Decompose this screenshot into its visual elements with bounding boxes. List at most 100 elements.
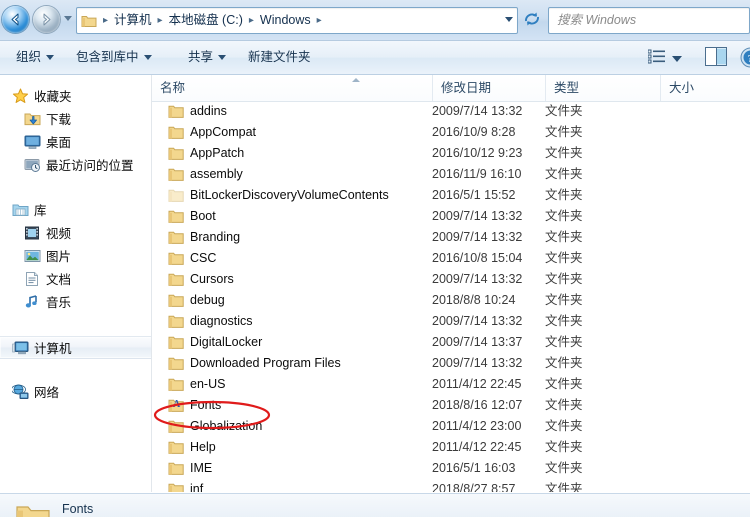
file-type: 文件夹 (545, 143, 583, 164)
table-row[interactable]: DigitalLocker2009/7/14 13:37文件夹 (152, 332, 750, 353)
table-row[interactable]: Help2011/4/12 22:45文件夹 (152, 437, 750, 458)
new-folder-button[interactable]: 新建文件夹 (240, 41, 319, 74)
folder-icon (168, 230, 184, 244)
file-date-modified: 2018/8/16 12:07 (432, 395, 522, 416)
network-icon (12, 384, 29, 400)
include-in-library-label: 包含到库中 (76, 50, 139, 64)
back-button[interactable] (2, 6, 29, 33)
help-icon[interactable]: ? (740, 47, 750, 68)
search-input[interactable]: 搜索 Windows (548, 7, 750, 34)
refresh-icon[interactable] (522, 9, 542, 29)
sidebar-item-downloads[interactable]: 下载 (0, 108, 152, 129)
folder-icon (168, 209, 184, 223)
file-list: 名称 修改日期 类型 大小 addins2009/7/14 13:32文件夹Ap… (152, 75, 750, 492)
file-date-modified: 2016/10/12 9:23 (432, 143, 522, 164)
forward-button[interactable] (33, 6, 60, 33)
table-row[interactable]: debug2018/8/8 10:24文件夹 (152, 290, 750, 311)
chevron-down-icon (218, 55, 226, 60)
table-row[interactable]: BitLockerDiscoveryVolumeContents2016/5/1… (152, 185, 750, 206)
sidebar-item-label: 最近访问的位置 (46, 155, 134, 174)
column-header-name[interactable]: 名称 (152, 75, 432, 101)
organize-button[interactable]: 组织 (8, 41, 62, 74)
sidebar-item-documents[interactable]: 文档 (0, 268, 152, 289)
table-row[interactable]: Cursors2009/7/14 13:32文件夹 (152, 269, 750, 290)
table-row[interactable]: en-US2011/4/12 22:45文件夹 (152, 374, 750, 395)
file-date-modified: 2011/4/12 23:00 (432, 416, 521, 437)
file-type: 文件夹 (545, 269, 583, 290)
file-type: 文件夹 (545, 374, 583, 395)
breadcrumb-separator: ▸ (99, 8, 112, 33)
file-name: assembly (190, 164, 243, 185)
column-header-row: 名称 修改日期 类型 大小 (152, 75, 750, 102)
breadcrumb-item-computer[interactable]: 计算机 (112, 8, 154, 33)
sidebar-item-pictures[interactable]: 图片 (0, 245, 152, 266)
file-name: en-US (190, 374, 225, 395)
file-date-modified: 2009/7/14 13:32 (432, 311, 522, 332)
column-header-size[interactable]: 大小 (660, 75, 750, 101)
folder-icon (168, 188, 184, 202)
file-date-modified: 2018/8/8 10:24 (432, 290, 515, 311)
list-view-icon[interactable] (648, 49, 666, 65)
folder-icon (168, 440, 184, 454)
table-row[interactable]: Globalization2011/4/12 23:00文件夹 (152, 416, 750, 437)
folder-icon (168, 314, 184, 328)
sidebar-item-music[interactable]: 音乐 (0, 291, 152, 312)
sidebar-item-desktop[interactable]: 桌面 (0, 131, 152, 152)
folder-icon (168, 335, 184, 349)
videos-icon (24, 225, 41, 241)
table-row[interactable]: addins2009/7/14 13:32文件夹 (152, 101, 750, 122)
preview-pane-icon[interactable] (705, 47, 727, 66)
breadcrumb-bar[interactable]: ▸ 计算机 ▸ 本地磁盘 (C:) ▸ Windows ▸ (76, 7, 518, 34)
address-dropdown-icon[interactable] (505, 17, 513, 22)
computer-icon (12, 340, 29, 356)
column-header-type[interactable]: 类型 (545, 75, 660, 101)
file-name: Fonts (190, 395, 221, 416)
folder-icon (168, 482, 184, 492)
file-date-modified: 2016/10/8 15:04 (432, 248, 522, 269)
breadcrumb-item-local-disk[interactable]: 本地磁盘 (C:) (167, 8, 245, 33)
file-name: AppCompat (190, 122, 256, 143)
sidebar-item-label: 视频 (46, 223, 71, 242)
file-name: inf (190, 479, 203, 492)
include-in-library-button[interactable]: 包含到库中 (68, 41, 160, 74)
folder-icon (168, 377, 184, 391)
sidebar-item-recent-places[interactable]: 最近访问的位置 (0, 154, 152, 175)
table-row[interactable]: AFonts2018/8/16 12:07文件夹 (152, 395, 750, 416)
file-date-modified: 2009/7/14 13:32 (432, 353, 522, 374)
file-type: 文件夹 (545, 311, 583, 332)
table-row[interactable]: AppCompat2016/10/9 8:28文件夹 (152, 122, 750, 143)
table-row[interactable]: CSC 2016/10/8 15:04 文件夹 (152, 248, 750, 269)
table-row[interactable]: Branding2009/7/14 13:32文件夹 (152, 227, 750, 248)
file-type: 文件夹 (545, 458, 583, 479)
file-type: 文件夹 (545, 248, 583, 269)
sidebar-item-network[interactable]: 网络 (0, 381, 152, 402)
table-row[interactable]: Downloaded Program Files2009/7/14 13:32文… (152, 353, 750, 374)
table-row[interactable]: IME2016/5/1 16:03文件夹 (152, 458, 750, 479)
share-button[interactable]: 共享 (180, 41, 234, 74)
table-row[interactable]: AppPatch2016/10/12 9:23文件夹 (152, 143, 750, 164)
file-name: Downloaded Program Files (190, 353, 341, 374)
recent-locations-chevron-icon[interactable] (64, 16, 72, 21)
sidebar-item-videos[interactable]: 视频 (0, 222, 152, 243)
sidebar-item-computer[interactable]: 计算机 (0, 336, 152, 359)
sidebar-item-favorites[interactable]: 收藏夹 (0, 85, 152, 106)
column-header-date[interactable]: 修改日期 (432, 75, 545, 101)
file-name: addins (190, 101, 227, 122)
downloads-icon (24, 111, 41, 127)
sidebar-item-label: 库 (34, 200, 47, 219)
address-bar: ▸ 计算机 ▸ 本地磁盘 (C:) ▸ Windows ▸ 搜索 Windows (0, 0, 750, 41)
table-row[interactable]: assembly2016/11/9 16:10文件夹 (152, 164, 750, 185)
breadcrumb-item-windows[interactable]: Windows (258, 8, 313, 33)
view-options-chevron-icon[interactable] (672, 56, 682, 62)
file-name: DigitalLocker (190, 332, 262, 353)
file-date-modified: 2009/7/14 13:32 (432, 227, 522, 248)
sort-ascending-icon (352, 78, 360, 82)
table-row[interactable]: inf2018/8/27 8:57文件夹 (152, 479, 750, 492)
file-name: CSC (190, 248, 216, 269)
breadcrumb-separator: ▸ (154, 8, 167, 33)
file-name: diagnostics (190, 311, 253, 332)
table-row[interactable]: diagnostics 2009/7/14 13:32 文件夹 (152, 311, 750, 332)
file-type: 文件夹 (545, 479, 583, 492)
table-row[interactable]: Boot2009/7/14 13:32文件夹 (152, 206, 750, 227)
sidebar-item-libraries[interactable]: 库 (0, 199, 152, 220)
